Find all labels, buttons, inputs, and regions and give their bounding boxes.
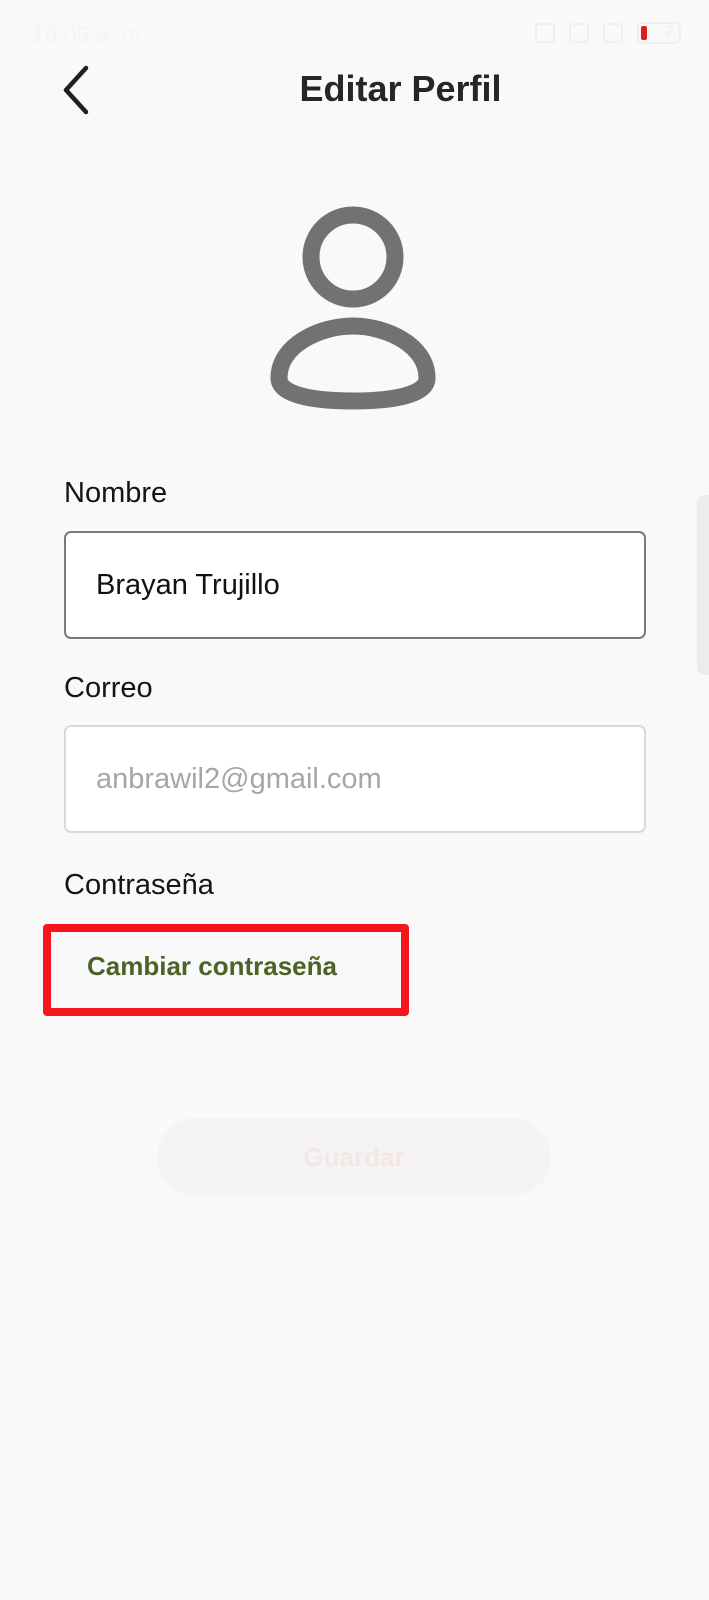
user-icon (270, 206, 436, 410)
edge-handle[interactable] (697, 495, 709, 675)
password-label: Contraseña (64, 869, 214, 901)
wifi-icon (569, 23, 589, 43)
edit-profile-screen: 10:05 a. m. 2 Editar Perfil Nombre Corre… (0, 0, 709, 1600)
status-icons: 2 (535, 22, 681, 44)
page-title: Editar Perfil (299, 68, 502, 109)
email-label: Correo (64, 672, 153, 704)
save-button[interactable]: Guardar (157, 1118, 551, 1196)
battery-percentage: 2 (665, 23, 674, 40)
battery-level (641, 26, 647, 40)
name-label: Nombre (64, 477, 168, 509)
email-input[interactable] (64, 725, 646, 833)
name-input[interactable] (64, 531, 646, 639)
mobile-signal-icon (603, 23, 623, 43)
status-time: 10:05 a. m. (32, 22, 148, 47)
signal-icon (535, 23, 555, 43)
avatar[interactable] (265, 205, 445, 415)
change-password-button[interactable]: Cambiar contraseña (87, 951, 337, 982)
battery-icon: 2 (637, 22, 681, 44)
